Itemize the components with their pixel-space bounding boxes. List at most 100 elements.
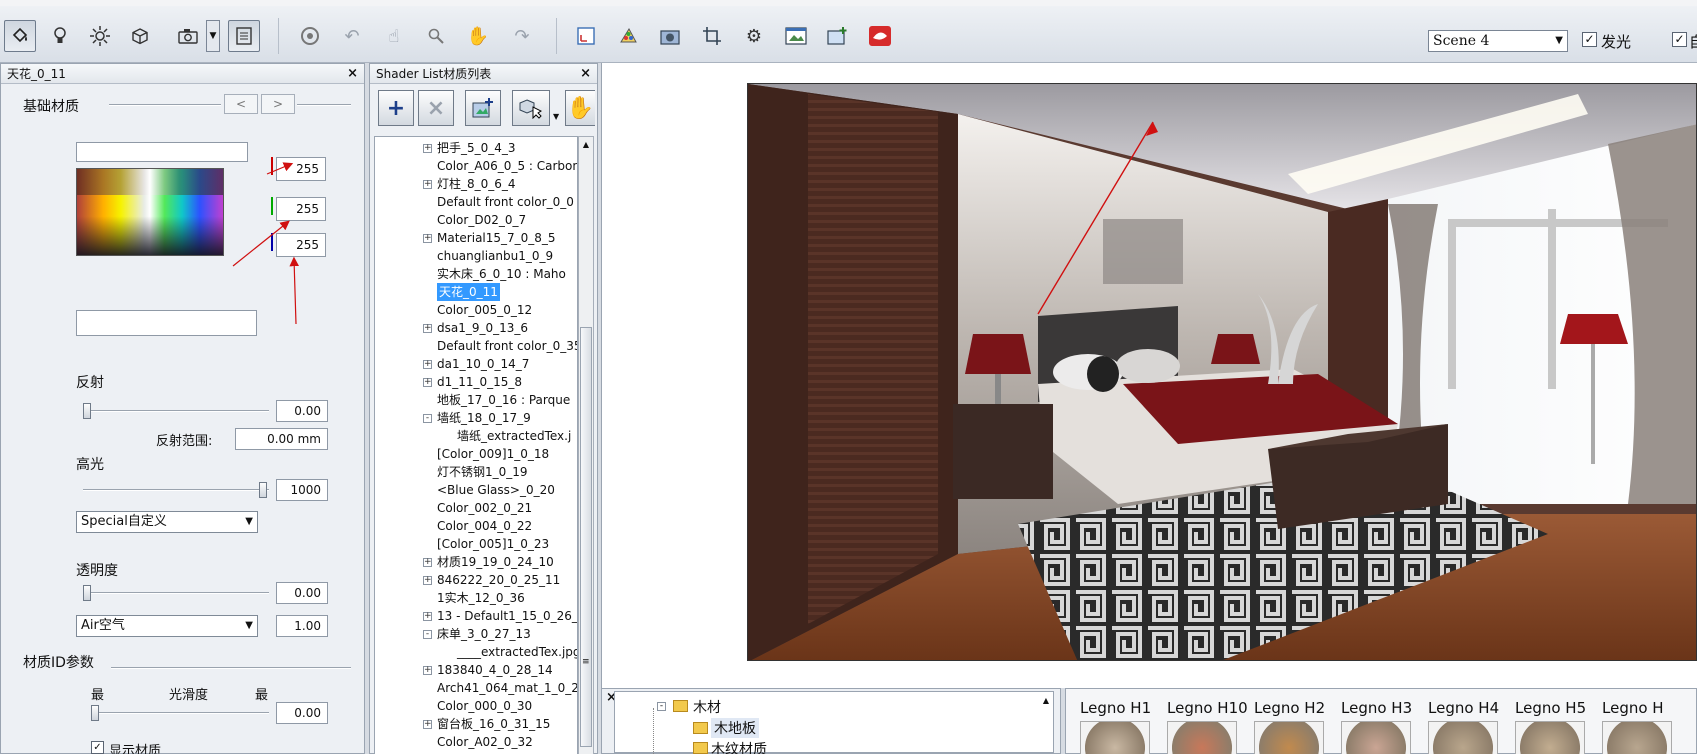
shader-list-scrollbar[interactable]: ▲ ≡ [578,136,594,754]
color-picker[interactable] [76,168,224,256]
add-image-icon[interactable] [822,20,854,52]
right-checkbox[interactable]: ✓ [1672,32,1687,47]
shader-list-item[interactable]: 地板_17_0_16 : Parque [375,391,577,409]
add-shader-button[interactable]: + [378,90,414,126]
shader-list-item[interactable]: Default front color_0_0 [375,193,577,211]
glow-checkbox[interactable]: ✓ [1582,32,1597,47]
scene-select[interactable]: Scene 4 ▼ [1428,30,1568,52]
tree-item-wood-floor[interactable]: 木地板 [711,718,759,738]
shader-list-item[interactable]: Color_005_0_12 [375,301,577,319]
hand-tool-button[interactable]: ✋ [565,90,595,126]
medium-select[interactable]: Air空气 ▼ [76,615,258,637]
transparency-slider-thumb[interactable] [83,585,91,601]
image-window-icon[interactable] [780,20,812,52]
shader-list-item[interactable]: +13 - Default1_15_0_26_ [375,607,577,625]
next-material-button[interactable]: > [261,94,295,114]
undo-icon[interactable]: ↶ [336,20,368,52]
blue-value-field[interactable]: 255 [276,233,326,257]
show-material-checkbox[interactable]: ✓ [91,741,104,754]
shader-list-item[interactable]: 实木床_6_0_10 : Maho [375,265,577,283]
ior-value-field[interactable]: 1.00 [276,615,328,637]
shader-list-item[interactable]: 灯不锈钢1_0_19 [375,463,577,481]
shader-list-item[interactable]: chuanglianbu1_0_9 [375,247,577,265]
red-value-field[interactable]: 255 [276,157,326,181]
shader-list-item[interactable]: +846222_20_0_25_11 [375,571,577,589]
prev-material-button[interactable]: < [224,94,258,114]
specular-value-field[interactable]: 1000 [276,479,328,501]
reflection-slider-thumb[interactable] [83,403,91,419]
material-thumbnail[interactable] [1080,721,1150,754]
shader-list-item[interactable]: + d1_11_0_15_8 [375,373,577,391]
close-icon[interactable]: × [347,64,358,84]
tree-collapse-icon[interactable]: - [423,630,432,639]
zoom-icon[interactable] [420,20,452,52]
material-thumbnail[interactable] [1428,721,1498,754]
tree-expand-icon[interactable]: + [423,720,432,729]
material-thumbnail[interactable] [1602,721,1672,754]
shader-list-item[interactable]: [Color_005]1_0_23 [375,535,577,553]
tree-expand-icon[interactable]: + [423,144,432,153]
orbit-icon[interactable] [294,20,326,52]
shader-list-item[interactable]: 天花_0_11 [375,283,577,301]
tree-expand-icon[interactable]: + [423,666,432,675]
tree-expand-icon[interactable]: + [423,612,432,621]
render-image[interactable] [747,83,1697,661]
tree-collapse-icon[interactable]: - [657,702,666,711]
shader-list-item[interactable]: Color_A02_0_32 [375,733,577,751]
material-thumbnail[interactable] [1254,721,1324,754]
shader-list-item[interactable]: + 灯柱_8_0_6_4 [375,175,577,193]
scroll-up-icon[interactable]: ▲ [1043,696,1049,705]
camera-dropdown-icon[interactable]: ▼ [206,20,220,52]
paint-bucket-icon[interactable] [4,20,36,52]
shader-list-item[interactable]: + 窗台板_16_0_31_15 [375,715,577,733]
shader-list-item[interactable]: [Color_009]1_0_18 [375,445,577,463]
shader-list-item[interactable]: - 墙纸_18_0_17_9 [375,409,577,427]
tree-expand-icon[interactable]: + [423,180,432,189]
shader-list-item[interactable]: Color_D02_0_7 [375,211,577,229]
shader-list-item[interactable]: - 床单_3_0_27_13 [375,625,577,643]
tree-expand-icon[interactable]: + [423,378,432,387]
specular-slider-thumb[interactable] [259,482,267,498]
shader-list-item[interactable]: ____extractedTex.jpg [375,643,577,661]
reflection-range-field[interactable]: 0.00 mm [235,428,328,450]
crop-icon[interactable] [696,20,728,52]
apply-shader-button[interactable] [512,90,550,126]
pointer-icon[interactable]: ☝ [378,20,410,52]
tree-expand-icon[interactable]: + [423,324,432,333]
pan-hand-icon[interactable]: ✋ [462,20,494,52]
transparency-value-field[interactable]: 0.00 [276,582,328,604]
material-name-field[interactable] [76,142,248,162]
export-icon[interactable] [570,20,602,52]
shader-list-item[interactable]: Color_A06_0_5 : Carbon [375,157,577,175]
shader-list-item[interactable]: Default front color_0_35 [375,337,577,355]
tree-expand-icon[interactable]: + [423,234,432,243]
specular-mode-select[interactable]: Special自定义 ▼ [76,511,258,533]
sun-icon[interactable] [84,20,116,52]
shader-list-item[interactable]: + Material15_7_0_8_5 [375,229,577,247]
tree-collapse-icon[interactable]: - [423,414,432,423]
import-shader-button[interactable] [465,90,501,126]
scrollbar-thumb[interactable] [580,327,592,747]
scroll-up-icon[interactable]: ▲ [579,137,593,153]
render-camera-icon[interactable] [654,20,686,52]
shader-list-item[interactable]: Color_002_0_21 [375,499,577,517]
camera-icon[interactable] [172,20,204,52]
shader-list-item[interactable]: + da1_10_0_14_7 [375,355,577,373]
shader-list-item[interactable]: + 材质19_19_0_24_10 [375,553,577,571]
tree-item-wood-grain[interactable]: 木纹材质 [711,739,767,754]
tree-item-wood[interactable]: 木材 [693,697,721,717]
glossiness-slider-thumb[interactable] [91,705,99,721]
texture-field[interactable] [76,310,257,336]
settings-gear-icon[interactable]: ⚙ [738,20,770,52]
material-thumbnail[interactable] [1515,721,1585,754]
shader-list-item[interactable]: <Blue Glass>_0_20 [375,481,577,499]
tree-expand-icon[interactable]: + [423,558,432,567]
panel-toggle-icon[interactable] [228,20,260,52]
redo-icon[interactable]: ↷ [506,20,538,52]
tree-expand-icon[interactable]: + [423,576,432,585]
reflection-value-field[interactable]: 0.00 [276,400,328,422]
palette-icon[interactable] [612,20,644,52]
shader-list-item[interactable]: 墙纸_extractedTex.j [375,427,577,445]
light-bulb-icon[interactable] [44,20,76,52]
shader-list-item[interactable]: Color_004_0_22 [375,517,577,535]
